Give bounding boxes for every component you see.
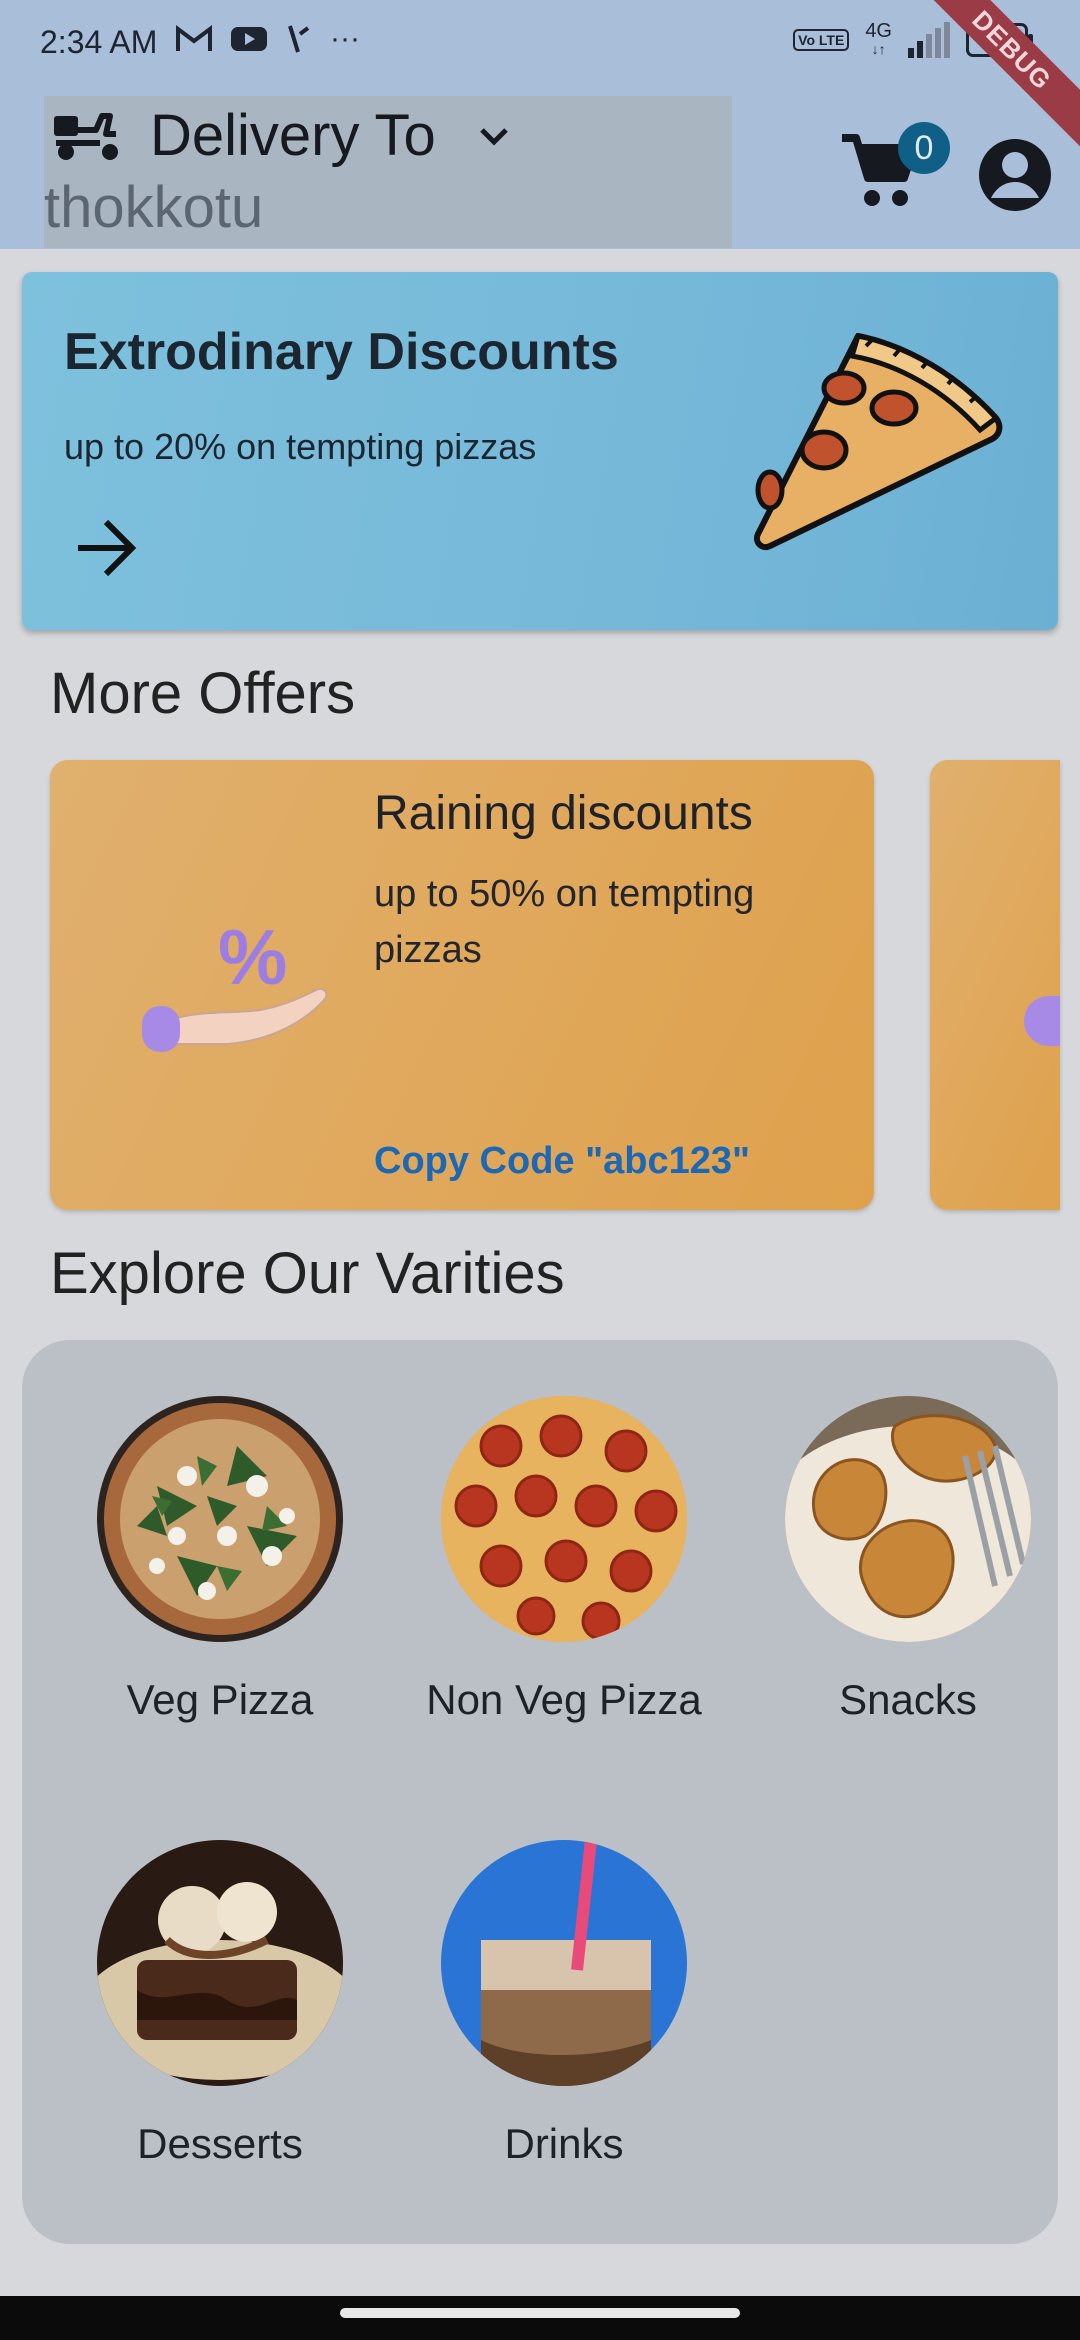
explore-varieties-heading: Explore Our Varities xyxy=(50,1241,565,1306)
desserts-image xyxy=(97,1840,343,2086)
chevron-down-icon xyxy=(480,128,508,146)
variety-item-veg-pizza[interactable]: Veg Pizza xyxy=(48,1396,392,1724)
variety-label: Non Veg Pizza xyxy=(426,1676,702,1723)
copy-code-link[interactable]: Copy Code "abc123" xyxy=(374,1140,750,1183)
banner-subtitle: up to 20% on tempting pizzas xyxy=(64,426,537,467)
status-time: 2:34 AM xyxy=(40,24,158,60)
volte-icon: Vo LTE xyxy=(793,29,850,51)
variety-item-drinks[interactable]: Drinks xyxy=(392,1840,736,2168)
drinks-image xyxy=(441,1840,687,2086)
youtube-icon xyxy=(231,27,267,51)
app-bar: 2:34 AM ··· Vo LTE 4G ↓↑ 4 DEBUG xyxy=(0,0,1080,249)
discount-hand-icon xyxy=(1024,996,1060,1046)
notification-icons: ··· xyxy=(176,22,360,56)
variety-label: Desserts xyxy=(137,2120,303,2167)
gesture-handle[interactable] xyxy=(340,2308,740,2318)
delivery-location-selector[interactable]: Delivery To thokkotu xyxy=(44,96,732,248)
more-notifications-icon: ··· xyxy=(330,22,360,55)
varieties-grid: Veg Pizza Non Veg Pizza Snacks Desserts … xyxy=(22,1340,1058,2244)
more-offers-heading: More Offers xyxy=(50,661,356,726)
snacks-image xyxy=(785,1396,1031,1642)
svg-text:%: % xyxy=(218,920,287,1001)
delivery-scooter-icon xyxy=(54,113,118,160)
offer-subtitle: up to 50% on tempting pizzas xyxy=(374,873,755,971)
discount-hand-icon: % xyxy=(142,920,328,1052)
network-indicator: 4G ↓↑ xyxy=(865,20,892,57)
offer-card-next[interactable] xyxy=(930,760,1060,1210)
pizza-slice-illustration xyxy=(754,333,1003,550)
arrow-right-icon[interactable] xyxy=(74,518,138,578)
veg-pizza-image xyxy=(97,1396,343,1642)
delivery-to-label: Delivery To xyxy=(150,103,436,168)
cart-count-badge: 0 xyxy=(898,122,950,174)
variety-label: Veg Pizza xyxy=(126,1676,314,1723)
account-icon[interactable] xyxy=(978,138,1052,212)
variety-item-desserts[interactable]: Desserts xyxy=(48,1840,392,2168)
promo-banner[interactable]: Extrodinary Discounts up to 20% on tempt… xyxy=(22,272,1058,630)
variety-label: Drinks xyxy=(504,2120,624,2167)
gmail-icon xyxy=(176,25,212,51)
status-bar: 2:34 AM ··· Vo LTE 4G ↓↑ 4 xyxy=(0,0,1080,90)
variety-item-non-veg-pizza[interactable]: Non Veg Pizza xyxy=(392,1396,736,1724)
delivery-location-text: thokkotu xyxy=(44,175,264,240)
signal-bars-icon xyxy=(908,22,950,58)
variety-item-snacks[interactable]: Snacks xyxy=(736,1396,1080,1724)
offer-title: Raining discounts xyxy=(374,787,753,840)
system-nav-bar xyxy=(0,2296,1080,2340)
banner-title: Extrodinary Discounts xyxy=(64,323,619,381)
variety-label: Snacks xyxy=(839,1676,977,1723)
network-type: 4G xyxy=(865,20,892,42)
non-veg-pizza-image xyxy=(441,1396,687,1642)
signal-slash-icon xyxy=(288,25,310,53)
offer-card[interactable]: % Raining discounts up to 50% on temptin… xyxy=(50,760,874,1210)
